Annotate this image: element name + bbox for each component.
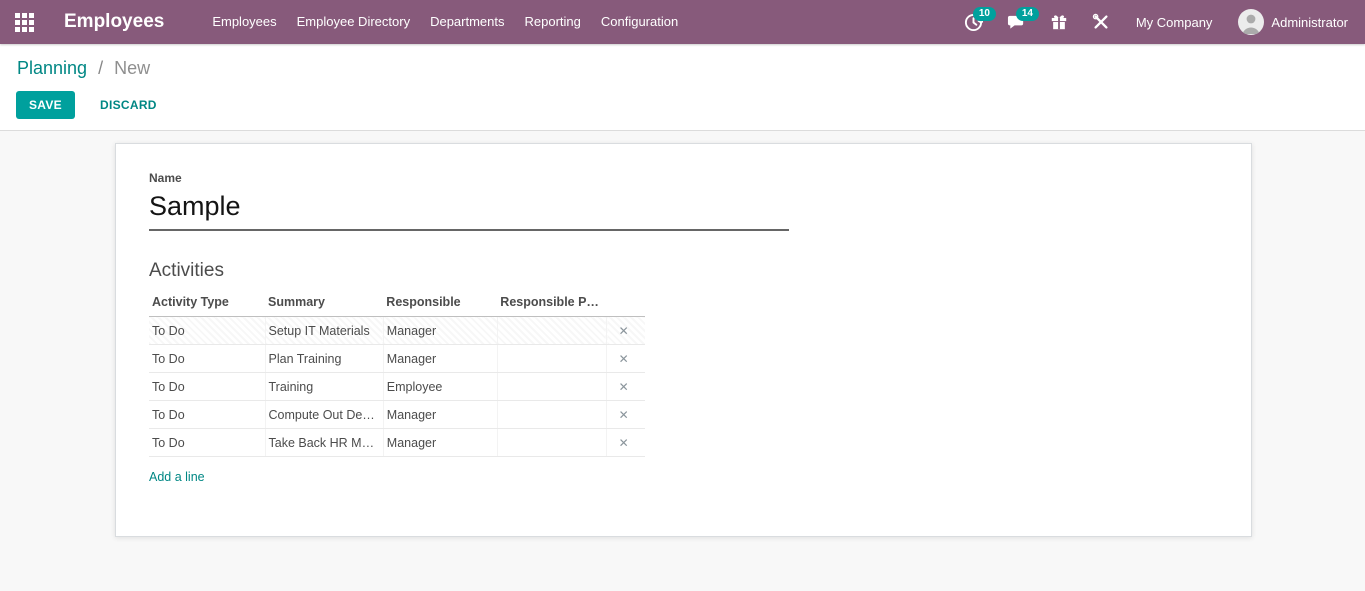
delete-row-icon[interactable]: ✕ (619, 436, 629, 450)
col-header-summary[interactable]: Summary (265, 291, 383, 317)
control-panel: Planning / New SAVE DISCARD (0, 44, 1365, 131)
col-header-activity-type[interactable]: Activity Type (149, 291, 265, 317)
cell-responsible[interactable]: Employee (383, 373, 497, 401)
col-header-responsible[interactable]: Responsible (383, 291, 497, 317)
cell-summary[interactable]: Take Back HR M… (265, 429, 383, 457)
control-panel-buttons: SAVE DISCARD (0, 79, 1365, 119)
activities-button[interactable]: 10 (952, 0, 995, 44)
tools-icon (1092, 13, 1110, 31)
systray: 10 14 My Company (952, 0, 1365, 44)
discard-button[interactable]: DISCARD (94, 97, 163, 113)
gift-button[interactable] (1038, 0, 1080, 44)
activities-title: Activities (149, 260, 1218, 282)
page: { "header": { "app_title": "Employees", … (0, 0, 1365, 579)
apps-menu-button[interactable] (0, 0, 48, 44)
name-label: Name (149, 171, 1218, 185)
breadcrumb-planning[interactable]: Planning (17, 58, 87, 78)
col-header-responsible-phone[interactable]: Responsible P… (497, 291, 607, 317)
cell-activity-type[interactable]: To Do (149, 317, 265, 345)
cell-summary[interactable]: Setup IT Materials (265, 317, 383, 345)
form-sheet: Name Activities Activity Type Summary Re… (115, 143, 1252, 537)
menu-item-departments[interactable]: Departments (420, 0, 514, 44)
breadcrumb-separator: / (98, 58, 103, 78)
cell-responsible-phone[interactable] (497, 429, 607, 457)
cell-summary[interactable]: Plan Training (265, 345, 383, 373)
activities-table: Activity Type Summary Responsible Respon… (149, 291, 645, 457)
cell-summary[interactable]: Training (265, 373, 383, 401)
user-menu[interactable]: Administrator (1226, 9, 1348, 35)
content-area: Name Activities Activity Type Summary Re… (0, 143, 1365, 591)
delete-row-icon[interactable]: ✕ (619, 352, 629, 366)
name-input[interactable] (149, 188, 789, 231)
table-row[interactable]: To Do Training Employee ✕ (149, 373, 645, 401)
delete-row-icon[interactable]: ✕ (619, 380, 629, 394)
apps-grid-icon (15, 13, 34, 32)
cell-activity-type[interactable]: To Do (149, 345, 265, 373)
table-row[interactable]: To Do Plan Training Manager ✕ (149, 345, 645, 373)
table-row[interactable]: To Do Take Back HR M… Manager ✕ (149, 429, 645, 457)
messages-button[interactable]: 14 (995, 0, 1038, 44)
cell-activity-type[interactable]: To Do (149, 373, 265, 401)
menu-item-reporting[interactable]: Reporting (515, 0, 591, 44)
tools-button[interactable] (1080, 0, 1122, 44)
breadcrumb-current: New (114, 58, 150, 78)
cell-responsible[interactable]: Manager (383, 345, 497, 373)
company-menu[interactable]: My Company (1122, 15, 1227, 30)
delete-row-icon[interactable]: ✕ (619, 408, 629, 422)
gift-icon (1050, 13, 1068, 31)
top-navbar: Employees Employees Employee Directory D… (0, 0, 1365, 44)
cell-responsible-phone[interactable] (497, 317, 607, 345)
cell-responsible[interactable]: Manager (383, 317, 497, 345)
main-menu: Employees Employee Directory Departments… (202, 0, 688, 44)
delete-row-icon[interactable]: ✕ (619, 324, 629, 338)
col-header-delete (607, 291, 645, 317)
app-title[interactable]: Employees (64, 11, 164, 33)
table-row[interactable]: To Do Compute Out De… Manager ✕ (149, 401, 645, 429)
cell-responsible[interactable]: Manager (383, 429, 497, 457)
avatar (1238, 9, 1264, 35)
cell-activity-type[interactable]: To Do (149, 429, 265, 457)
cell-summary[interactable]: Compute Out De… (265, 401, 383, 429)
menu-item-configuration[interactable]: Configuration (591, 0, 688, 44)
table-header-row: Activity Type Summary Responsible Respon… (149, 291, 645, 317)
cell-responsible-phone[interactable] (497, 401, 607, 429)
cell-responsible-phone[interactable] (497, 373, 607, 401)
cell-responsible[interactable]: Manager (383, 401, 497, 429)
messages-count-badge: 14 (1016, 7, 1039, 21)
save-button[interactable]: SAVE (16, 91, 75, 119)
table-row[interactable]: To Do Setup IT Materials Manager ✕ (149, 317, 645, 345)
user-name: Administrator (1271, 15, 1348, 30)
cell-activity-type[interactable]: To Do (149, 401, 265, 429)
menu-item-employees[interactable]: Employees (202, 0, 286, 44)
breadcrumb: Planning / New (0, 44, 1365, 79)
menu-item-employee-directory[interactable]: Employee Directory (287, 0, 420, 44)
cell-responsible-phone[interactable] (497, 345, 607, 373)
add-a-line-link[interactable]: Add a line (149, 470, 205, 484)
activities-count-badge: 10 (973, 7, 996, 21)
